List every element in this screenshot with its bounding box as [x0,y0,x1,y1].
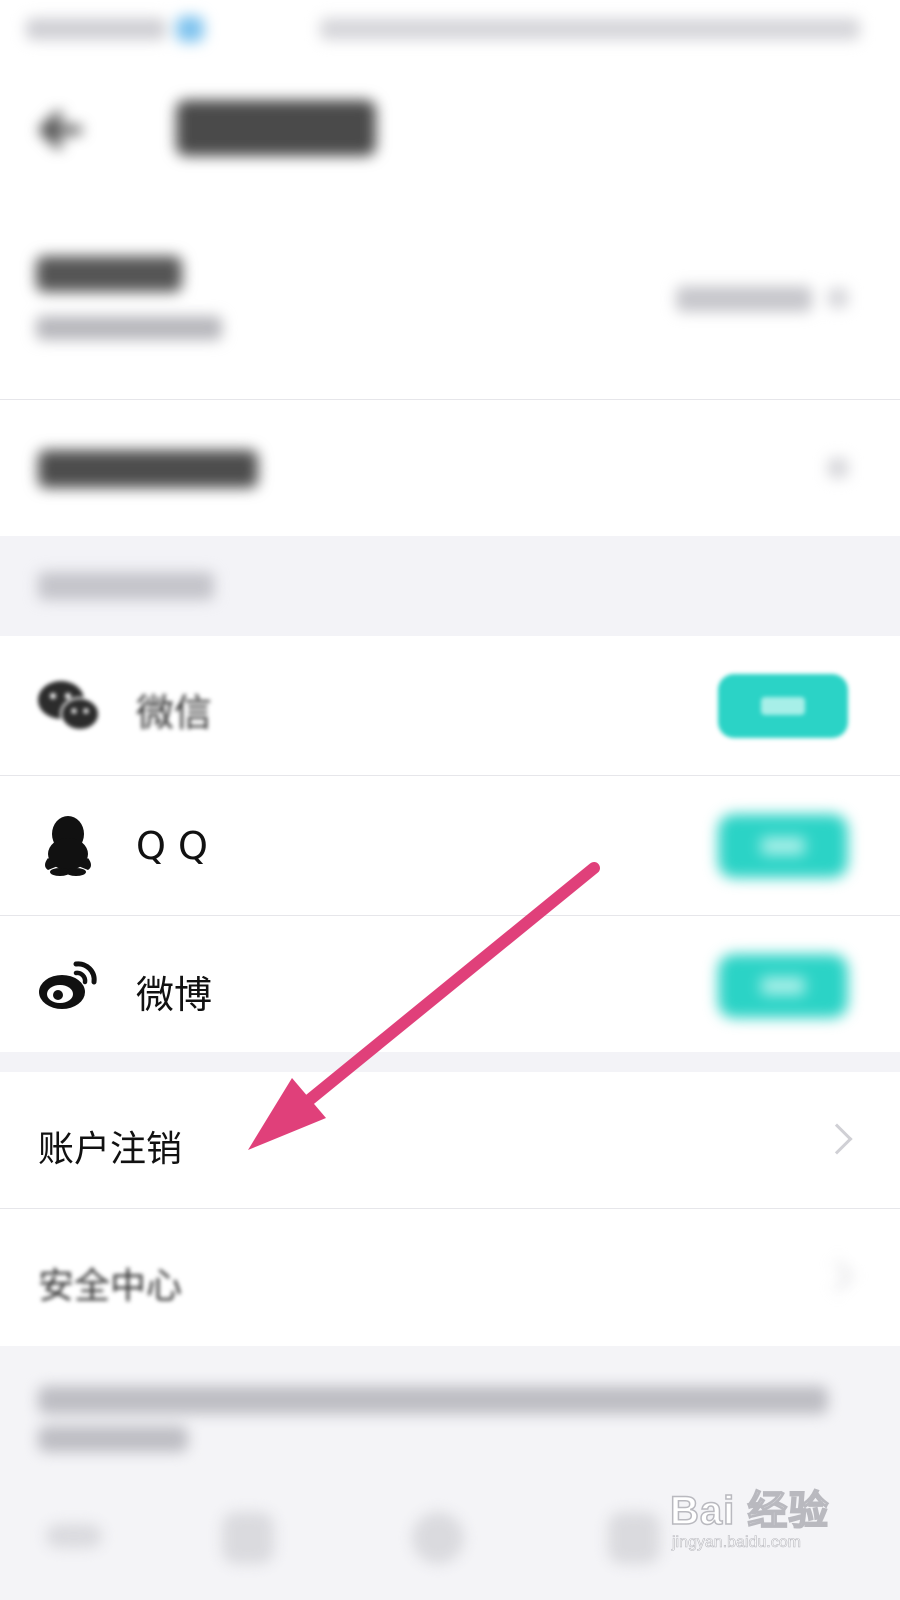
wechat-icon [38,681,100,731]
cancel-account-label: 账户注销 [38,1129,183,1170]
qq-icon [45,816,91,876]
change-phone-link[interactable] [676,286,812,312]
chevron-right-icon [821,1123,853,1155]
bind-button[interactable] [718,954,848,1018]
chevron-right-icon [821,1260,853,1292]
bind-button[interactable] [718,814,848,878]
bound-phone-title [36,256,182,292]
back-arrow-icon[interactable] [40,110,90,150]
nav-home-icon[interactable] [412,1512,464,1564]
bound-phone-number [36,316,222,340]
chevron-right-icon [828,288,848,308]
security-center-label: 安全中心 [38,1266,183,1307]
network-icon [176,16,204,42]
account-row-wechat[interactable]: 微信 [0,636,900,776]
nav-menu-icon[interactable] [46,1524,102,1548]
security-center-row[interactable]: 安全中心 [0,1209,900,1346]
bind-button[interactable] [718,674,848,738]
footer-notice-line [38,1386,828,1414]
section-header-label [38,572,214,600]
section-separator [0,1052,900,1072]
account-row-qq[interactable]: Q Q [0,776,900,916]
carrier-text [26,18,166,40]
header [0,60,900,200]
password-row-title [38,450,258,488]
watermark-brand: Bai 经验 [669,1488,830,1534]
status-bar [0,0,900,60]
chevron-right-icon [828,458,848,478]
nav-recent-icon[interactable] [608,1512,660,1564]
account-name: 微博 [136,973,213,1017]
account-name: 微信 [136,691,213,735]
cancel-account-row[interactable]: 账户注销 [0,1072,900,1209]
page-title [176,100,376,156]
status-icons [320,18,860,40]
watermark-url: jingyan.baidu.com [672,1534,802,1552]
account-name: Q Q [136,824,208,868]
account-row-weibo[interactable]: 微博 [0,916,900,1056]
footer-notice-line [38,1426,188,1452]
baidu-jingyan-watermark: Bai 经验 jingyan.baidu.com [669,1478,840,1578]
nav-back-icon[interactable] [222,1512,274,1564]
weibo-icon [39,961,97,1009]
